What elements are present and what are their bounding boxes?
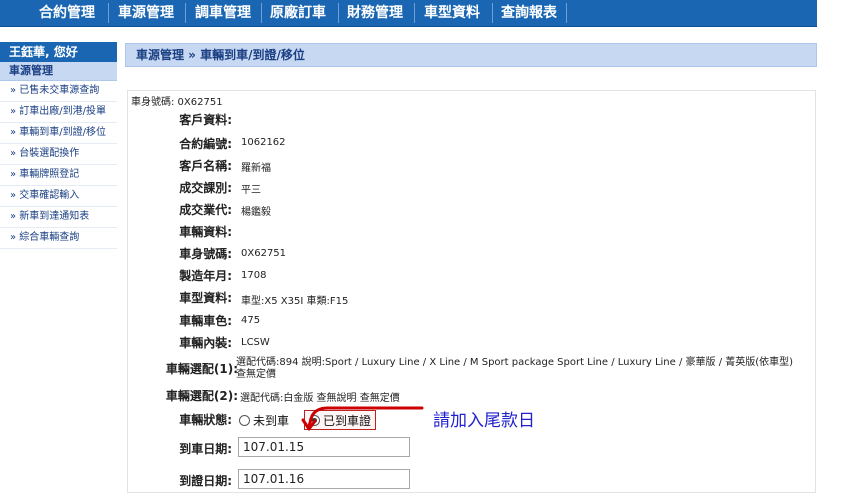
nav-divider [492, 3, 493, 23]
value-option1: 選配代碼:894 說明:Sport / Luxury Line / X Line… [236, 357, 794, 380]
nav-finance[interactable]: 財務管理 [347, 0, 403, 26]
nav-vehicle-source[interactable]: 車源管理 [118, 0, 174, 26]
value-contract-no: 1062162 [241, 137, 286, 148]
nav-model-data[interactable]: 車型資料 [424, 0, 480, 26]
label-color: 車輛車色: [179, 314, 232, 328]
nav-divider [566, 3, 567, 23]
arrival-date-input[interactable]: 107.01.15 [238, 437, 410, 457]
value-mfg-date: 1708 [241, 270, 267, 281]
chassis-header: 車身號碼: 0X62751 [131, 97, 223, 108]
label-status: 車輛狀態: [179, 413, 232, 427]
nav-divider [414, 3, 415, 23]
label-option1: 車輛選配(1): [165, 362, 238, 376]
sidebar-item-vehicle-query[interactable]: » 綜合車輛查詢 [0, 228, 117, 249]
sidebar-section-title: 車源管理 [0, 62, 117, 81]
sidebar-item-arrival[interactable]: » 車輛到車/到證/移位 [0, 123, 117, 144]
sidebar-item-delivery-confirm[interactable]: » 交車確認輸入 [0, 186, 117, 207]
value-customer-name: 羅新福 [241, 163, 271, 174]
label-contract-no: 合約編號: [179, 137, 232, 151]
sidebar-item-options[interactable]: » 台裝選配換作 [0, 144, 117, 165]
value-color: 475 [241, 315, 261, 326]
label-customer-info: 客戶資料: [179, 113, 232, 127]
value-sales-rep: 楊鑑毅 [241, 207, 271, 218]
status-label-not-arrived[interactable]: 未到車 [253, 412, 289, 429]
nav-divider [338, 3, 339, 23]
nav-divider [108, 3, 109, 23]
top-nav: 合約管理 車源管理 調車管理 原廠訂車 財務管理 車型資料 查詢報表 [0, 0, 817, 27]
value-sales-dept: 平三 [241, 185, 261, 196]
label-customer-name: 客戶名稱: [179, 159, 232, 173]
value-interior: LCSW [241, 337, 270, 348]
status-radio-not-arrived[interactable] [239, 415, 250, 426]
cert-date-input[interactable]: 107.01.16 [238, 469, 410, 489]
label-option2: 車輛選配(2): [165, 389, 238, 403]
nav-contract[interactable]: 合約管理 [39, 0, 95, 26]
label-sales-dept: 成交課別: [179, 181, 232, 195]
user-greeting: 王鈺華, 您好 [0, 42, 117, 62]
label-arrival-date: 到車日期: [179, 442, 232, 456]
nav-factory-order[interactable]: 原廠訂車 [270, 0, 326, 26]
nav-divider [185, 3, 186, 23]
breadcrumb: 車源管理 » 車輛到車/到證/移位 [125, 43, 817, 67]
value-chassis-no: 0X62751 [241, 248, 287, 259]
nav-divider [261, 3, 262, 23]
annotation-arrow-icon [301, 406, 424, 431]
label-sales-rep: 成交業代: [179, 203, 232, 217]
label-model-info: 車型資料: [179, 291, 232, 305]
nav-reports[interactable]: 查詢報表 [501, 0, 557, 26]
value-model-info: 車型:X5 X35I 車類:F15 [241, 296, 349, 307]
sidebar-item-arrival-notice[interactable]: » 新車到達通知表 [0, 207, 117, 228]
sidebar-item-plate[interactable]: » 車輛牌照登記 [0, 165, 117, 186]
nav-transfer[interactable]: 調車管理 [195, 0, 251, 26]
sidebar: 王鈺華, 您好 車源管理 » 已售未交車源查詢 » 訂車出廠/到港/投單 » 車… [0, 42, 117, 249]
sidebar-item-order-shipping[interactable]: » 訂車出廠/到港/投單 [0, 102, 117, 123]
label-cert-date: 到證日期: [179, 474, 232, 488]
label-vehicle-info: 車輛資料: [179, 225, 232, 239]
sidebar-item-unsold-query[interactable]: » 已售未交車源查詢 [0, 81, 117, 102]
annotation-text: 請加入尾款日 [433, 411, 535, 431]
label-mfg-date: 製造年月: [179, 269, 232, 283]
label-interior: 車輛內裝: [179, 336, 232, 350]
label-chassis-no: 車身號碼: [179, 247, 232, 261]
